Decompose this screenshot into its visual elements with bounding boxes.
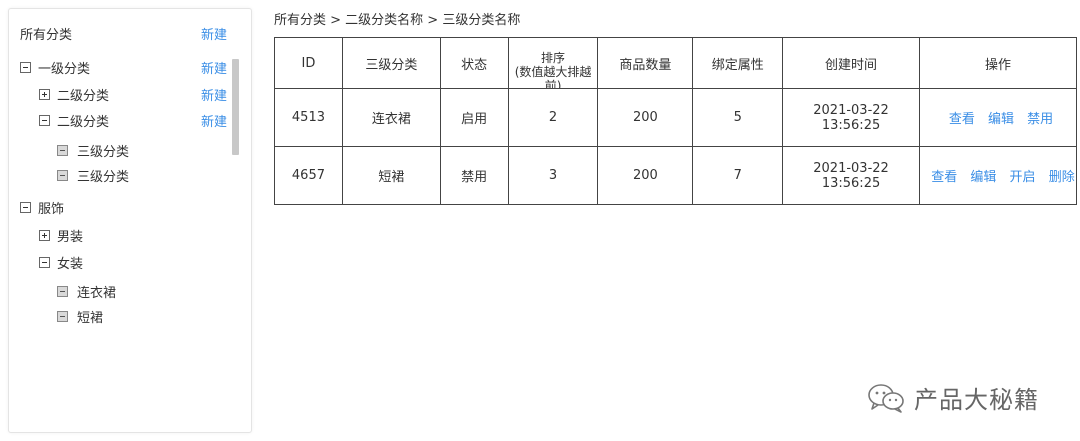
cell-created: 2021-03-22 13:56:25 <box>782 146 920 205</box>
category-sidebar: 所有分类 新建 一级分类 新建 二级分类 新建 二级分类 新建 三级分类 三级分… <box>8 8 252 433</box>
enable-link[interactable]: 开启 <box>1010 170 1036 185</box>
cell-count: 200 <box>597 146 694 205</box>
watermark: 产品大秘籍 <box>866 380 1039 415</box>
header-attrs: 绑定属性 <box>692 37 784 89</box>
header-created: 创建时间 <box>782 37 920 89</box>
edit-link[interactable]: 编辑 <box>988 112 1014 127</box>
cell-name: 连衣裙 <box>341 88 441 147</box>
cell-sort: 3 <box>507 146 599 205</box>
cell-attrs: 7 <box>692 146 784 205</box>
header-name: 三级分类 <box>341 37 441 89</box>
view-link[interactable]: 查看 <box>949 112 975 127</box>
tree-node-label: 男装 <box>57 229 84 245</box>
leaf-node-icon <box>57 169 68 181</box>
watermark-text: 产品大秘籍 <box>914 386 1039 414</box>
cell-status: 禁用 <box>439 146 509 205</box>
header-status: 状态 <box>439 37 509 89</box>
cell-id: 4657 <box>274 146 343 205</box>
leaf-node-icon <box>57 144 68 156</box>
tree-node-level3[interactable]: 三级分类 <box>57 141 130 160</box>
new-level2-button[interactable]: 新建 <box>201 111 227 130</box>
new-level1-button[interactable]: 新建 <box>201 58 227 77</box>
collapse-icon[interactable] <box>20 201 31 213</box>
delete-link[interactable]: 删除 <box>1049 170 1075 185</box>
cell-sort: 2 <box>507 88 599 147</box>
table-row: 4657 短裙 禁用 3 200 7 2021-03-22 13:56:25 查… <box>274 146 1078 205</box>
breadcrumb: 所有分类 > 二级分类名称 > 三级分类名称 <box>274 13 521 28</box>
tree-node-level3[interactable]: 连衣裙 <box>57 282 117 301</box>
new-level2-button[interactable]: 新建 <box>201 85 227 104</box>
tree-node-level3[interactable]: 三级分类 <box>57 166 130 185</box>
table-header-row: ID 三级分类 状态 排序 (数值越大排越前) 商品数量 绑定属性 创建时间 操… <box>274 37 1078 89</box>
tree-node-level1[interactable]: 服饰 <box>20 198 65 217</box>
tree-node-label: 三级分类 <box>77 144 130 160</box>
collapse-icon[interactable] <box>39 256 50 268</box>
header-sort-note: (数值越大排越前) <box>514 65 592 88</box>
cell-id: 4513 <box>274 88 343 147</box>
tree-node-level3[interactable]: 短裙 <box>57 307 104 326</box>
expand-icon[interactable] <box>39 229 50 241</box>
cell-ops: 查看 编辑 禁用 <box>918 88 1078 147</box>
all-categories-title[interactable]: 所有分类 <box>20 24 72 43</box>
collapse-icon[interactable] <box>20 61 31 73</box>
tree-node-label: 女装 <box>57 256 84 272</box>
new-root-button[interactable]: 新建 <box>201 24 227 43</box>
tree-node-label: 一级分类 <box>38 61 91 77</box>
category-table: ID 三级分类 状态 排序 (数值越大排越前) 商品数量 绑定属性 创建时间 操… <box>274 37 1078 205</box>
sidebar-scrollbar[interactable] <box>232 59 239 155</box>
view-link[interactable]: 查看 <box>931 170 957 185</box>
cell-ops: 查看 编辑 开启 删除 <box>918 146 1078 205</box>
cell-attrs: 5 <box>692 88 784 147</box>
tree-node-label: 短裙 <box>77 310 104 326</box>
collapse-icon[interactable] <box>39 114 50 126</box>
tree-node-level1[interactable]: 一级分类 <box>20 58 91 77</box>
header-id: ID <box>274 37 343 89</box>
tree-node-label: 三级分类 <box>77 169 130 185</box>
table-row: 4513 连衣裙 启用 2 200 5 2021-03-22 13:56:25 … <box>274 88 1078 147</box>
tree-node-level2[interactable]: 男装 <box>39 226 84 245</box>
cell-name: 短裙 <box>341 146 441 205</box>
tree-node-label: 二级分类 <box>57 88 110 104</box>
expand-icon[interactable] <box>39 88 50 100</box>
header-count: 商品数量 <box>597 37 694 89</box>
disable-link[interactable]: 禁用 <box>1027 112 1053 127</box>
leaf-node-icon <box>57 310 68 322</box>
cell-created: 2021-03-22 13:56:25 <box>782 88 920 147</box>
edit-link[interactable]: 编辑 <box>970 170 996 185</box>
tree-node-level2[interactable]: 二级分类 <box>39 111 110 130</box>
wechat-icon <box>868 383 904 413</box>
cell-count: 200 <box>597 88 694 147</box>
header-sort: 排序 (数值越大排越前) <box>507 37 599 89</box>
leaf-node-icon <box>57 285 68 297</box>
tree-node-level2[interactable]: 二级分类 <box>39 85 110 104</box>
header-ops: 操作 <box>918 37 1078 89</box>
header-sort-label: 排序 <box>541 51 566 65</box>
tree-node-label: 服饰 <box>38 201 65 217</box>
tree-node-level2[interactable]: 女装 <box>39 253 84 272</box>
tree-node-label: 二级分类 <box>57 114 110 130</box>
cell-status: 启用 <box>439 88 509 147</box>
tree-node-label: 连衣裙 <box>77 285 117 301</box>
